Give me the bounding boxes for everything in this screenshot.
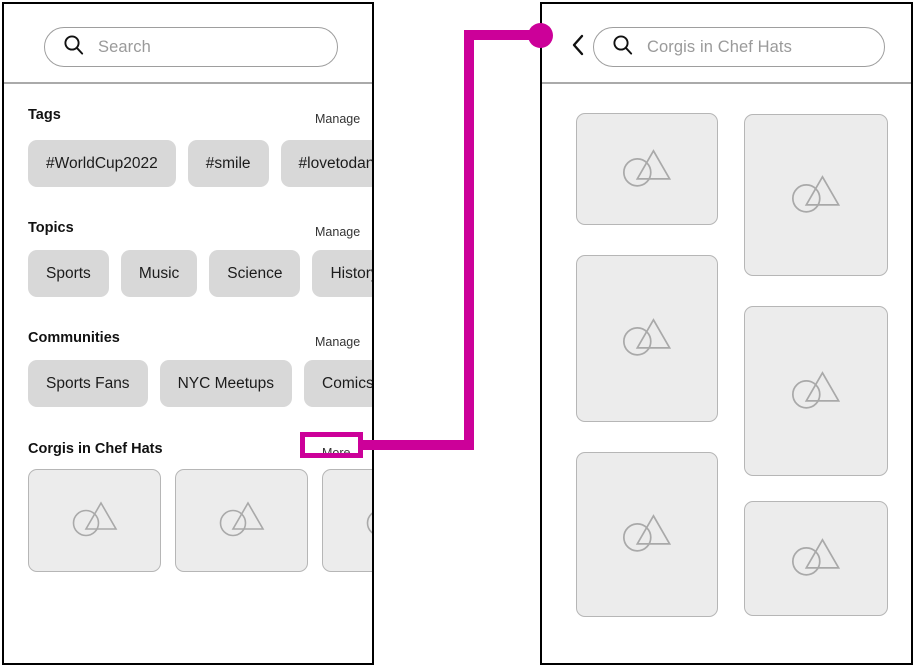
chevron-left-icon: [572, 34, 584, 56]
image-placeholder-icon: [619, 509, 675, 560]
annotation-endpoint-dot: [528, 23, 553, 48]
discover-body: Tags Manage #WorldCup2022 #smile #loveto…: [4, 84, 372, 663]
discover-header: Search: [4, 4, 372, 84]
thumbnail-card[interactable]: [175, 469, 308, 572]
manage-link-communities[interactable]: Manage: [315, 335, 360, 349]
annotation-connector-segment: [362, 440, 474, 450]
image-placeholder-icon: [363, 497, 372, 544]
chip-topic[interactable]: Science: [209, 250, 301, 297]
chip-row-communities: Sports Fans NYC Meetups Comics: [28, 360, 372, 407]
discover-screen-panel: Search Tags Manage #WorldCup2022 #smile …: [2, 2, 374, 665]
image-placeholder-icon: [619, 144, 675, 195]
image-placeholder-icon: [788, 170, 844, 221]
chip-community[interactable]: NYC Meetups: [159, 360, 293, 407]
image-placeholder-icon: [216, 497, 268, 544]
chip-tag[interactable]: #WorldCup2022: [28, 140, 176, 187]
section-topics: Topics Manage Sports Music Science Histo…: [4, 197, 372, 307]
thumbnail-card[interactable]: [322, 469, 372, 572]
section-tags: Tags Manage #WorldCup2022 #smile #loveto…: [4, 84, 372, 194]
section-title: Tags: [28, 107, 61, 123]
chip-community[interactable]: Sports Fans: [28, 360, 148, 407]
result-card[interactable]: [744, 114, 888, 276]
thumbnail-row: [28, 469, 372, 572]
annotation-highlight-box: [300, 432, 363, 458]
results-search-input[interactable]: Corgis in Chef Hats: [593, 27, 885, 67]
results-search-placeholder-text: Corgis in Chef Hats: [647, 37, 792, 56]
results-header: Corgis in Chef Hats: [542, 4, 911, 84]
chip-tag[interactable]: #smile: [187, 140, 269, 187]
image-placeholder-icon: [619, 313, 675, 364]
result-card[interactable]: [576, 452, 718, 617]
chip-tag[interactable]: #lovetodance: [280, 140, 372, 187]
search-icon: [63, 34, 85, 61]
manage-link-topics[interactable]: Manage: [315, 225, 360, 239]
chip-topic[interactable]: History: [312, 250, 372, 297]
annotation-connector-segment: [464, 30, 474, 445]
result-card[interactable]: [576, 113, 718, 225]
chip-row-tags: #WorldCup2022 #smile #lovetodance: [28, 140, 372, 187]
back-button[interactable]: [567, 32, 589, 58]
result-card[interactable]: [744, 306, 888, 476]
wireframe-canvas: Search Tags Manage #WorldCup2022 #smile …: [0, 0, 915, 667]
search-input[interactable]: Search: [44, 27, 338, 67]
section-title: Corgis in Chef Hats: [28, 441, 163, 457]
section-communities: Communities Manage Sports Fans NYC Meetu…: [4, 307, 372, 417]
image-placeholder-icon: [788, 533, 844, 584]
manage-link-tags[interactable]: Manage: [315, 112, 360, 126]
chip-topic[interactable]: Music: [120, 250, 198, 297]
result-card[interactable]: [744, 501, 888, 616]
chip-topic[interactable]: Sports: [28, 250, 109, 297]
search-results-screen-panel: Corgis in Chef Hats: [540, 2, 913, 665]
results-grid: [542, 84, 911, 663]
chip-community[interactable]: Comics: [304, 360, 372, 407]
thumbnail-card[interactable]: [28, 469, 161, 572]
search-placeholder-text: Search: [98, 37, 151, 56]
section-title: Topics: [28, 220, 74, 236]
section-title: Communities: [28, 330, 120, 346]
image-placeholder-icon: [69, 497, 121, 544]
chip-row-topics: Sports Music Science History: [28, 250, 372, 297]
result-card[interactable]: [576, 255, 718, 422]
image-placeholder-icon: [788, 366, 844, 417]
search-icon: [612, 34, 634, 61]
